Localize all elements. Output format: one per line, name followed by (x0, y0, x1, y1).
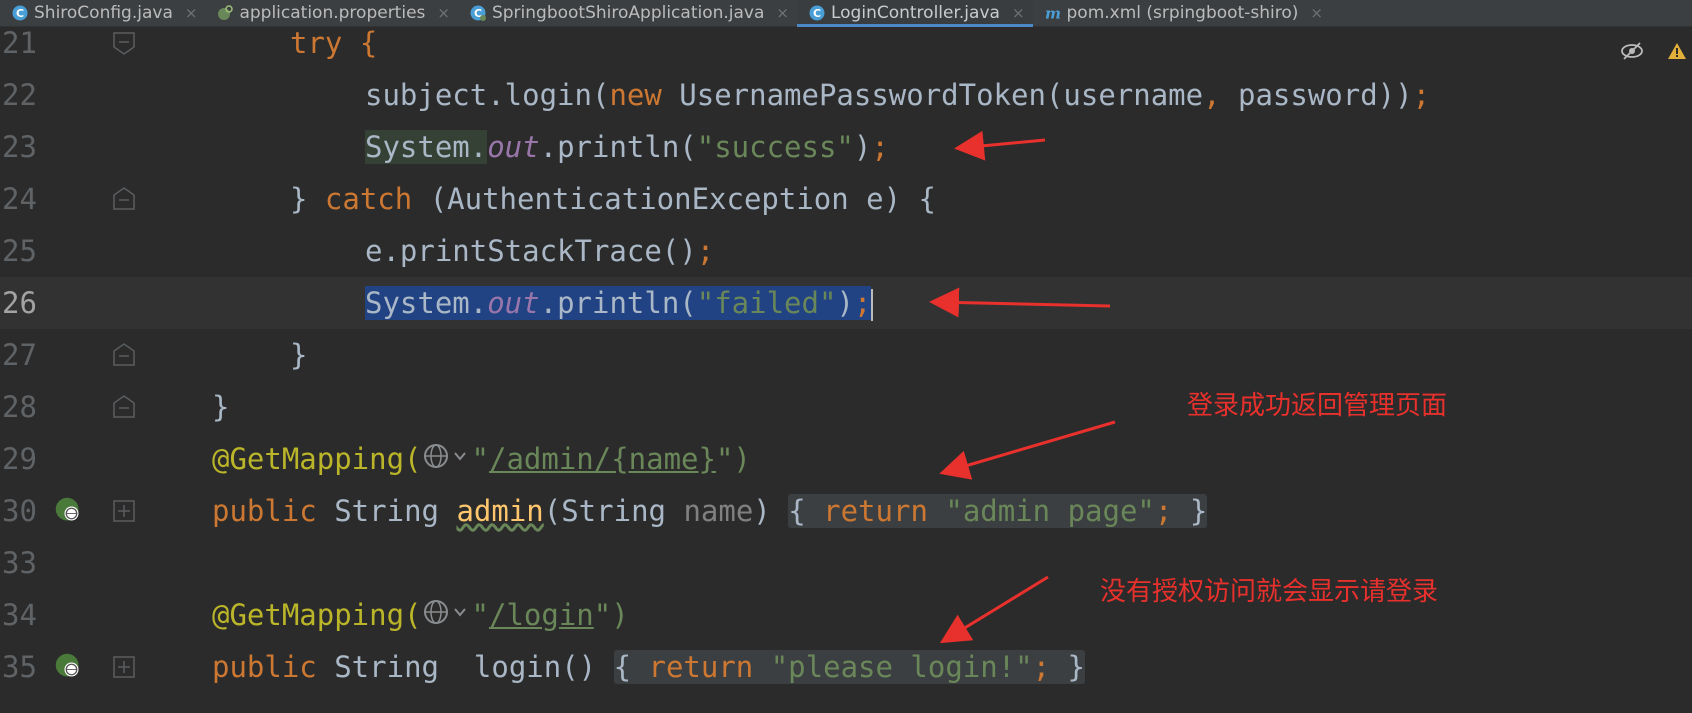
inspection-widget[interactable] (1620, 41, 1688, 61)
expand-icon[interactable] (110, 497, 138, 525)
svg-text:C: C (16, 7, 24, 20)
close-icon[interactable]: × (1012, 4, 1025, 22)
tab-application-properties[interactable]: application.properties × (205, 0, 458, 26)
code-text: try { (290, 27, 378, 60)
spring-properties-icon (217, 5, 234, 21)
code-line: 23 System.out.println("success"); (0, 121, 1692, 173)
line-number: 33 (2, 546, 37, 580)
close-icon[interactable]: × (437, 4, 450, 22)
annotation-login-note: 没有授权访问就会显示请登录 (1100, 577, 1439, 607)
fold-icon[interactable] (110, 341, 138, 369)
line-number: 22 (2, 78, 37, 112)
spring-endpoint-icon[interactable] (54, 496, 82, 524)
svg-text:C: C (813, 7, 821, 20)
line-number: 29 (2, 442, 37, 476)
fold-icon[interactable] (110, 185, 138, 213)
code-line: 35 public String login() { return "pleas… (0, 641, 1692, 693)
fold-icon[interactable] (110, 29, 138, 57)
line-number: 28 (2, 390, 37, 424)
code-line: 33 (0, 537, 1692, 589)
warning-icon[interactable] (1666, 41, 1688, 61)
tab-label: LoginController.java (830, 3, 1000, 23)
close-icon[interactable]: × (185, 4, 198, 22)
code-text-selected[interactable]: System.out.println("failed"); (365, 277, 874, 329)
code-line: 27 } (0, 329, 1692, 381)
code-text: subject.login(new UsernamePasswordToken(… (365, 78, 1431, 112)
code-line: 22 subject.login(new UsernamePasswordTok… (0, 69, 1692, 121)
code-text: e.printStackTrace(); (365, 234, 715, 268)
tab-pom-xml[interactable]: m pom.xml (srpingboot-shiro) × (1033, 0, 1331, 26)
tab-label: ShiroConfig.java (34, 3, 173, 23)
annotation-admin-note: 登录成功返回管理页面 (1187, 391, 1448, 421)
tab-label: pom.xml (srpingboot-shiro) (1066, 3, 1299, 23)
line-number: 27 (2, 338, 37, 372)
spring-boot-class-icon: C (470, 5, 486, 21)
reader-mode-eye-icon[interactable] (1620, 41, 1644, 61)
web-globe-icon[interactable] (422, 591, 472, 643)
web-globe-icon[interactable] (422, 435, 472, 487)
code-line-current: 26 System.out.println("failed"); (0, 277, 1692, 329)
code-text: @GetMapping("/admin/{name}") (212, 433, 751, 485)
code-line: 34 @GetMapping("/login") (0, 589, 1692, 641)
code-editor[interactable]: 21 try { 22 subject.login(new UsernamePa… (0, 27, 1692, 713)
tab-label: application.properties (239, 3, 426, 23)
close-icon[interactable]: × (776, 4, 789, 22)
line-number: 24 (2, 182, 37, 216)
code-text: public String login() { return "please l… (212, 650, 1086, 684)
line-number: 35 (2, 650, 37, 684)
line-number: 30 (2, 494, 37, 528)
close-icon[interactable]: × (1310, 4, 1323, 22)
fold-icon[interactable] (110, 393, 138, 421)
code-text: public String admin(String name) { retur… (212, 494, 1208, 528)
svg-text:m: m (1045, 5, 1061, 21)
code-line: 25 e.printStackTrace(); (0, 225, 1692, 277)
expand-icon[interactable] (110, 653, 138, 681)
java-class-icon: C (809, 5, 825, 21)
code-line: 21 try { (0, 27, 1692, 69)
tab-springboot-shiro-application[interactable]: C SpringbootShiroApplication.java × (458, 0, 797, 26)
code-text: } (212, 390, 230, 424)
java-class-icon: C (12, 5, 28, 21)
code-line: 29 @GetMapping("/admin/{name}") (0, 433, 1692, 485)
text-cursor (871, 289, 874, 321)
line-number: 21 (2, 27, 37, 60)
tab-shiro-config[interactable]: C ShiroConfig.java × (0, 0, 205, 26)
maven-icon: m (1045, 5, 1061, 21)
line-number: 34 (2, 598, 37, 632)
tab-login-controller[interactable]: C LoginController.java × (796, 0, 1033, 27)
code-text: @GetMapping("/login") (212, 589, 629, 641)
line-number: 23 (2, 130, 37, 164)
line-number: 26 (2, 286, 37, 320)
code-text: } (290, 338, 308, 372)
code-line: 24 } catch (AuthenticationException e) { (0, 173, 1692, 225)
spring-endpoint-icon[interactable] (54, 652, 82, 680)
line-number: 25 (2, 234, 37, 268)
code-text: System.out.println("success"); (365, 130, 889, 164)
code-text: } catch (AuthenticationException e) { (290, 182, 937, 216)
code-line: 30 public String admin(String name) { re… (0, 485, 1692, 537)
editor-tab-bar: C ShiroConfig.java × application.propert… (0, 0, 1692, 27)
tab-label: SpringbootShiroApplication.java (491, 3, 765, 23)
